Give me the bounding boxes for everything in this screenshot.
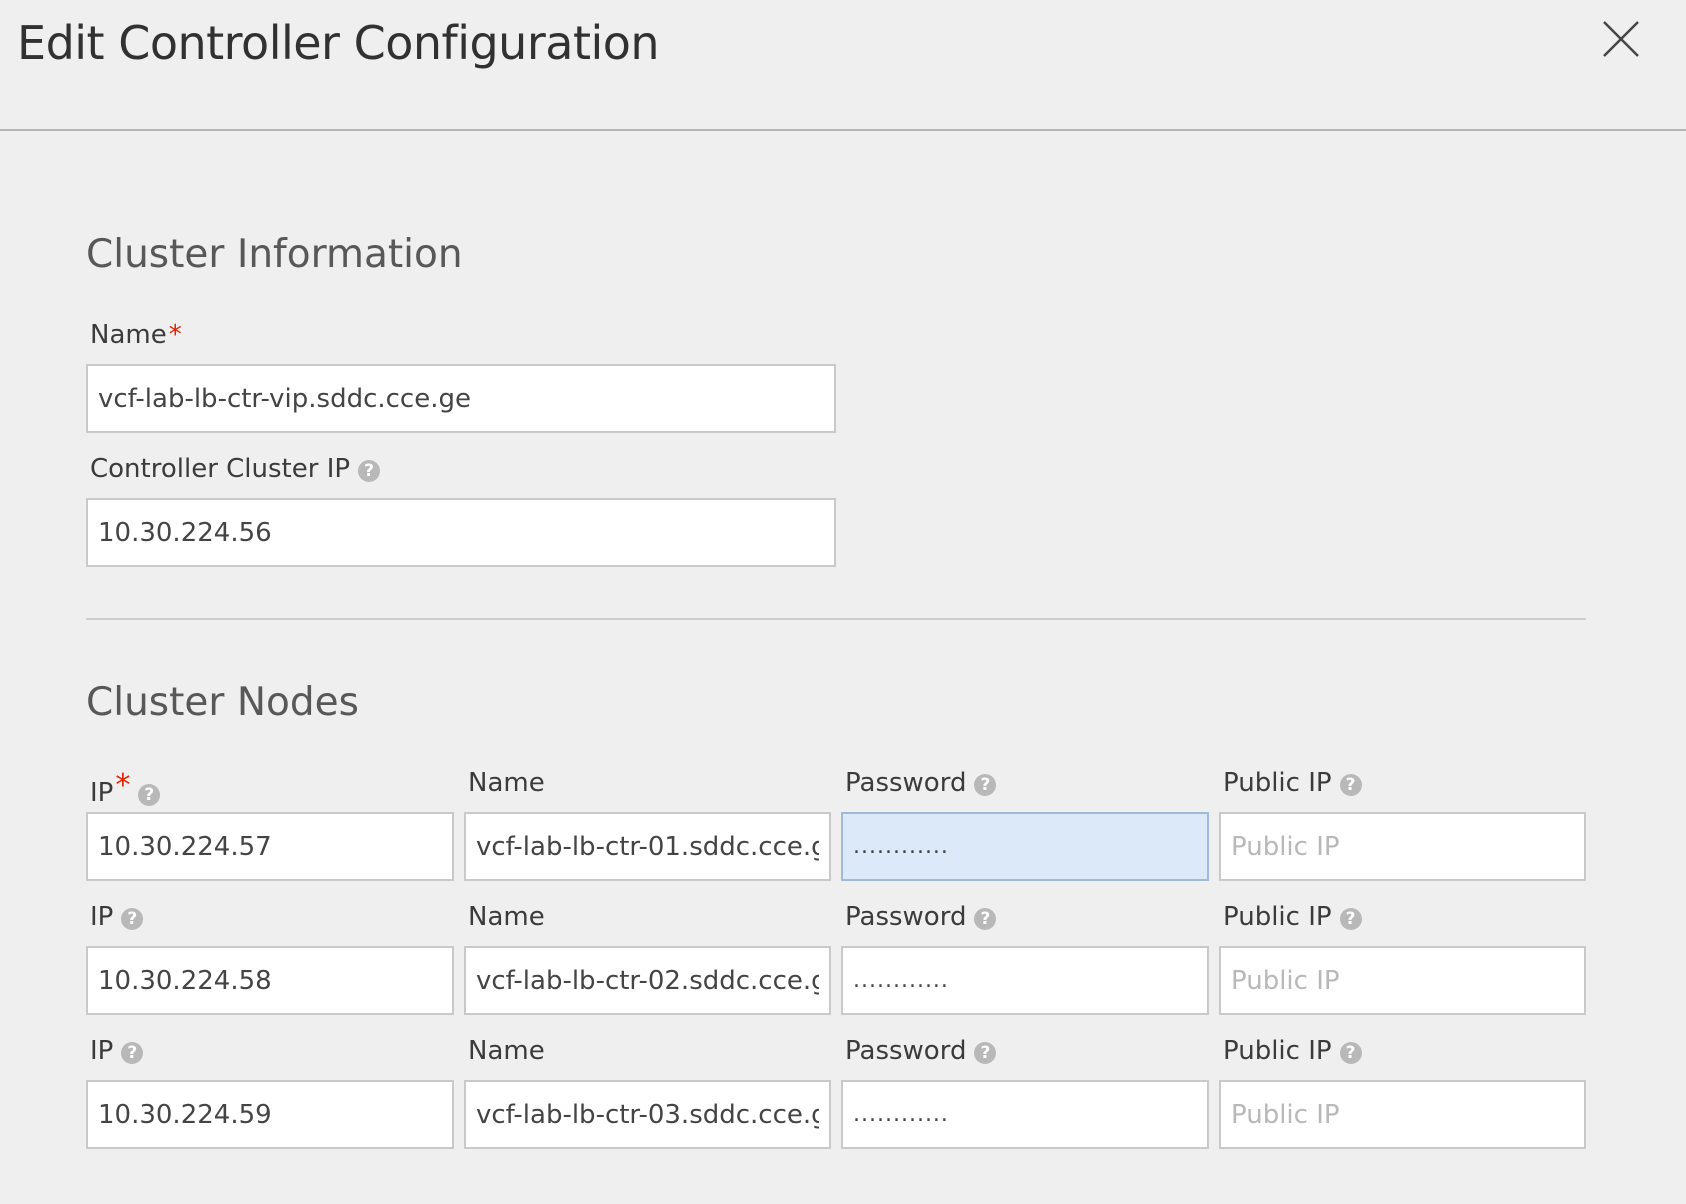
- section-divider: [86, 618, 1586, 620]
- node-2-ip-input[interactable]: [86, 946, 454, 1015]
- node-password-label-text: Password: [845, 1036, 967, 1066]
- node-password-label-text: Password: [845, 768, 967, 798]
- close-icon: [1603, 21, 1639, 57]
- node-ip-label-text: IP: [90, 902, 114, 932]
- dialog-title: Edit Controller Configuration: [17, 16, 660, 70]
- help-icon[interactable]: ?: [138, 784, 161, 806]
- node-1-public-ip-input[interactable]: [1219, 812, 1586, 881]
- cluster-nodes-heading: Cluster Nodes: [86, 680, 359, 725]
- node-3-ip-input[interactable]: [86, 1080, 454, 1149]
- node-ip-label-text: IP: [90, 778, 114, 808]
- help-icon[interactable]: ?: [974, 1042, 997, 1064]
- node-2-password-input[interactable]: [841, 946, 1209, 1015]
- node-name-label: Name: [468, 1036, 545, 1066]
- node-1-ip-input[interactable]: [86, 812, 454, 881]
- node-password-label: Password?: [845, 1036, 997, 1066]
- node-password-label-text: Password: [845, 902, 967, 932]
- node-1-password-input[interactable]: [841, 812, 1209, 881]
- node-public-ip-label: Public IP?: [1223, 902, 1362, 932]
- help-icon[interactable]: ?: [1339, 908, 1362, 930]
- dialog-header: Edit Controller Configuration: [0, 0, 1686, 131]
- help-icon[interactable]: ?: [1339, 774, 1362, 796]
- node-ip-label: IP?: [90, 902, 144, 932]
- node-3-name-input[interactable]: [464, 1080, 831, 1149]
- node-2-name-input[interactable]: [464, 946, 831, 1015]
- close-button[interactable]: [1596, 14, 1646, 64]
- help-icon[interactable]: ?: [974, 774, 997, 796]
- help-icon[interactable]: ?: [121, 1042, 144, 1064]
- node-public-ip-label-text: Public IP: [1223, 1036, 1332, 1066]
- node-password-label: Password?: [845, 902, 997, 932]
- node-3-public-ip-input[interactable]: [1219, 1080, 1586, 1149]
- node-public-ip-label-text: Public IP: [1223, 768, 1332, 798]
- controller-cluster-ip-input[interactable]: [86, 498, 836, 567]
- cluster-information-heading: Cluster Information: [86, 232, 463, 277]
- node-public-ip-label: Public IP?: [1223, 1036, 1362, 1066]
- help-icon[interactable]: ?: [121, 908, 144, 930]
- node-3-password-input[interactable]: [841, 1080, 1209, 1149]
- name-label-text: Name: [90, 320, 167, 350]
- node-ip-label-text: IP: [90, 1036, 114, 1066]
- node-ip-label: IP?: [90, 1036, 144, 1066]
- required-marker: *: [168, 320, 182, 350]
- node-password-label: Password?: [845, 768, 997, 798]
- node-name-label: Name: [468, 768, 545, 798]
- cluster-name-input[interactable]: [86, 364, 836, 433]
- help-icon[interactable]: ?: [1339, 1042, 1362, 1064]
- controller-cluster-ip-label: Controller Cluster IP?: [90, 454, 381, 484]
- help-icon[interactable]: ?: [974, 908, 997, 930]
- required-marker: *: [115, 768, 131, 803]
- node-1-name-input[interactable]: [464, 812, 831, 881]
- name-label: Name*: [90, 320, 182, 350]
- node-public-ip-label-text: Public IP: [1223, 902, 1332, 932]
- controller-cluster-ip-label-text: Controller Cluster IP: [90, 454, 351, 484]
- node-ip-label: IP*?: [90, 768, 161, 808]
- node-public-ip-label: Public IP?: [1223, 768, 1362, 798]
- node-name-label: Name: [468, 902, 545, 932]
- node-2-public-ip-input[interactable]: [1219, 946, 1586, 1015]
- help-icon[interactable]: ?: [358, 460, 381, 482]
